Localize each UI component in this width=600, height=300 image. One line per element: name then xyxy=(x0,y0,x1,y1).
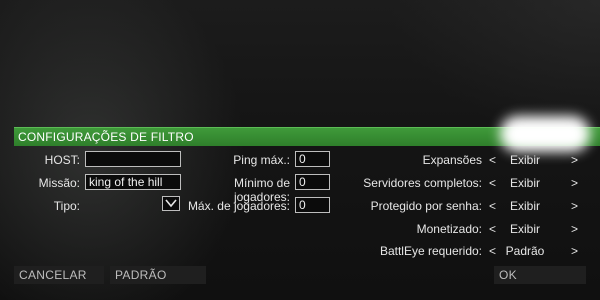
password-protected-label: Protegido por senha: xyxy=(370,199,482,213)
ping-label: Ping máx.: xyxy=(233,153,290,167)
host-label: HOST: xyxy=(44,153,80,167)
chevron-down-icon xyxy=(165,199,177,208)
full-servers-next-button[interactable]: > xyxy=(571,176,578,190)
mission-input[interactable]: king of the hill xyxy=(85,174,181,190)
password-protected-next-button[interactable]: > xyxy=(571,199,578,213)
monetized-value: Exibir xyxy=(509,222,540,236)
battleye-next-button[interactable]: > xyxy=(571,244,578,258)
cancel-button[interactable]: CANCELAR xyxy=(14,266,104,284)
expansions-label: Expansões xyxy=(422,153,482,167)
max-players-label: Máx. de jogadores: xyxy=(187,199,290,213)
battleye-value: Padrão xyxy=(505,244,545,258)
max-ping-input[interactable]: 0 xyxy=(295,151,330,167)
ok-button[interactable]: OK xyxy=(494,266,586,284)
battleye-label: BattlEye requerido: xyxy=(379,244,482,258)
expansions-next-button[interactable]: > xyxy=(571,153,578,167)
expansions-value: Exibir xyxy=(509,153,540,167)
host-input[interactable] xyxy=(85,151,181,167)
monetized-next-button[interactable]: > xyxy=(571,222,578,236)
password-protected-value: Exibir xyxy=(509,199,540,213)
max-players-input[interactable]: 0 xyxy=(295,197,330,213)
type-dropdown[interactable] xyxy=(162,196,180,211)
blurred-overlay xyxy=(500,116,590,152)
mission-label: Missão: xyxy=(38,176,80,190)
full-servers-label: Servidores completos: xyxy=(363,176,482,190)
default-button[interactable]: PADRÃO xyxy=(110,266,206,284)
full-servers-value: Exibir xyxy=(509,176,540,190)
type-label: Tipo: xyxy=(53,199,80,213)
min-players-input[interactable]: 0 xyxy=(295,174,330,190)
page-title: CONFIGURAÇÕES DE FILTRO xyxy=(18,130,194,144)
monetized-label: Monetizado: xyxy=(416,222,482,236)
